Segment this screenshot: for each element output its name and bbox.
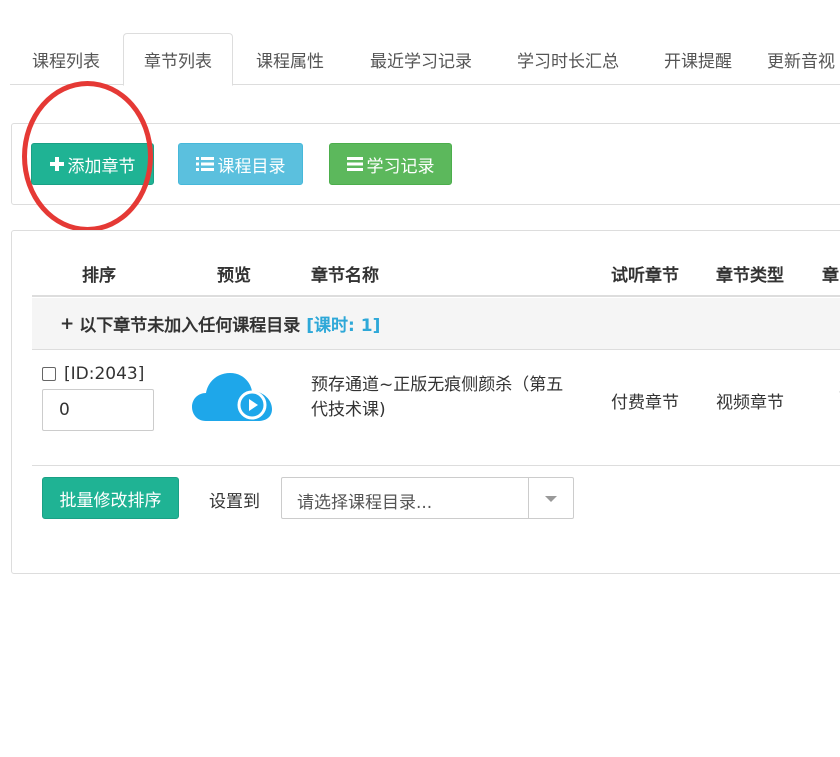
tab-course-reminder[interactable]: 开课提醒 [641,33,755,85]
set-to-label: 设置到 [209,492,260,512]
batch-sort-button[interactable]: 批量修改排序 [42,477,179,519]
tab-course-list[interactable]: 课程列表 [10,33,122,85]
tab-chapter-list[interactable]: 章节列表 [123,33,233,86]
table-header: 排序 预览 章节名称 试听章节 章节类型 章 [32,231,840,297]
header-cut: 章 [822,266,839,286]
chapter-type-cell: 视频章节 [716,393,784,413]
group-prefix: + [60,313,75,334]
header-chapter-name: 章节名称 [311,266,379,286]
sort-input[interactable]: 0 [42,389,154,431]
chapter-name: 预存通道~正版无痕侧颜杀（第五代技术课) [311,375,564,420]
bars-icon [346,157,363,171]
caret-down-icon[interactable] [543,491,559,507]
plus-icon [49,157,64,171]
course-catalog-button[interactable]: 课程目录 [178,143,303,185]
group-row-unassigned: + 以下章节未加入任何课程目录 [课时: 1] [32,298,840,350]
course-catalog-label: 课程目录 [217,156,286,177]
trial-cell: 付费章节 [611,393,679,413]
row-checkbox[interactable] [42,367,56,381]
catalog-select-value: 请选择课程目录... [297,493,433,513]
header-trial: 试听章节 [611,266,679,286]
study-record-label: 学习记录 [366,156,435,177]
tab-update-media[interactable]: 更新音视 [767,33,840,85]
tab-study-duration-summary[interactable]: 学习时长汇总 [495,33,641,85]
add-chapter-button[interactable]: 添加章节 [31,143,154,185]
table-row: [ID:2043] 0 预存通道~正版无痕侧颜杀（第五代技术课) 付费章节 视频… [32,351,840,466]
select-divider [528,478,529,518]
catalog-select[interactable]: 请选择课程目录... [281,477,574,519]
page: 课程列表 章节列表 课程属性 最近学习记录 学习时长汇总 开课提醒 更新音视 添… [0,0,840,757]
tab-course-attributes[interactable]: 课程属性 [233,33,347,85]
study-record-button[interactable]: 学习记录 [329,143,452,185]
header-sort: 排序 [82,266,116,286]
tab-bar: 课程列表 章节列表 课程属性 最近学习记录 学习时长汇总 开课提醒 更新音视 [10,33,840,86]
group-label: 以下章节未加入任何课程目录 [79,316,301,336]
tab-recent-study-records[interactable]: 最近学习记录 [347,33,495,85]
add-chapter-label: 添加章节 [67,156,136,177]
cloud-play-icon[interactable] [192,367,272,423]
row-id: [ID:2043] [64,364,145,384]
group-hours: [课时: 1] [306,316,381,336]
header-chapter-type: 章节类型 [716,266,784,286]
header-preview: 预览 [217,266,251,286]
list-ol-icon [195,156,214,172]
chapter-table-panel: 排序 预览 章节名称 试听章节 章节类型 章 + 以下章节未加入任何课程目录 [… [11,230,840,574]
toolbar-panel: 添加章节 课程目录 学习记录 [11,123,840,205]
